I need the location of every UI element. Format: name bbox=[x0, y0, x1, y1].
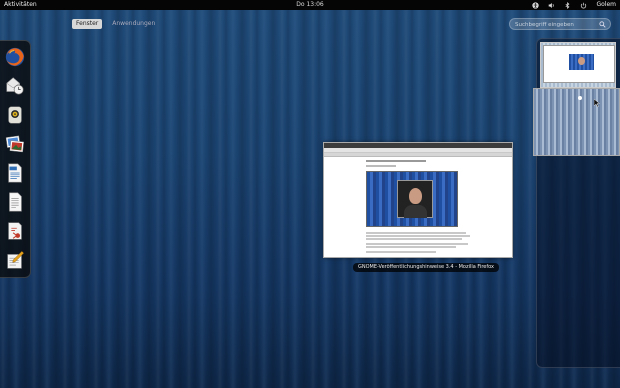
text-line bbox=[366, 232, 466, 234]
text-line bbox=[366, 238, 462, 240]
firefox-icon bbox=[5, 47, 25, 66]
workspace-thumbnail-2[interactable] bbox=[533, 88, 620, 156]
text-line bbox=[366, 235, 470, 237]
activities-button[interactable]: Aktivitäten bbox=[4, 0, 37, 10]
music-player-icon bbox=[8, 105, 22, 124]
photos-icon bbox=[5, 135, 24, 152]
mini-window bbox=[543, 45, 615, 83]
window-page-content bbox=[324, 157, 512, 257]
tab-applications[interactable]: Anwendungen bbox=[108, 19, 159, 29]
mouse-cursor-icon bbox=[594, 99, 600, 107]
workspace-thumbnail-1[interactable] bbox=[540, 42, 616, 88]
dash-item-rhythmbox[interactable] bbox=[3, 102, 27, 127]
accessibility-icon[interactable] bbox=[532, 1, 540, 9]
text-line bbox=[366, 246, 456, 248]
clock-container: Do 13:06 bbox=[0, 0, 620, 10]
mail-clock-icon bbox=[6, 76, 24, 95]
window-caption: GNOME-Veröffentlichungshinweise 3.4 - Mo… bbox=[353, 263, 499, 272]
dash-item-editor[interactable] bbox=[3, 247, 27, 272]
dash-item-software[interactable] bbox=[3, 218, 27, 243]
power-icon[interactable] bbox=[580, 2, 587, 9]
dash-item-documents[interactable] bbox=[3, 189, 27, 214]
page-screenshot-image bbox=[366, 171, 458, 227]
video-chat-frame bbox=[397, 180, 433, 218]
text-document-icon bbox=[9, 192, 22, 211]
top-panel: Aktivitäten Do 13:06 Golem bbox=[0, 0, 620, 10]
user-menu[interactable]: Golem bbox=[596, 0, 616, 10]
volume-icon[interactable] bbox=[548, 2, 555, 9]
page-subheading-line bbox=[366, 165, 396, 167]
dash-item-firefox[interactable] bbox=[3, 44, 27, 69]
text-editor-icon bbox=[7, 250, 24, 269]
text-line bbox=[366, 251, 436, 253]
clock[interactable]: Do 13:06 bbox=[296, 1, 324, 8]
text-line bbox=[366, 243, 468, 245]
page-heading-line bbox=[366, 160, 426, 162]
dash-item-evolution[interactable] bbox=[3, 73, 27, 98]
dash-item-shotwell[interactable] bbox=[3, 131, 27, 156]
window-thumbnail-firefox[interactable] bbox=[323, 142, 513, 258]
bluetooth-icon[interactable] bbox=[564, 1, 571, 9]
search-box bbox=[509, 18, 611, 30]
system-tray: Golem bbox=[532, 0, 616, 10]
workspace-indicator bbox=[578, 96, 582, 100]
view-selector: Fenster Anwendungen bbox=[72, 19, 159, 29]
tab-windows[interactable]: Fenster bbox=[72, 19, 103, 29]
dash bbox=[0, 40, 31, 278]
search-input[interactable] bbox=[515, 20, 597, 29]
document-writer-icon bbox=[8, 163, 22, 182]
search-icon bbox=[599, 21, 606, 28]
dash-item-writer[interactable] bbox=[3, 160, 27, 185]
package-icon bbox=[8, 221, 22, 240]
